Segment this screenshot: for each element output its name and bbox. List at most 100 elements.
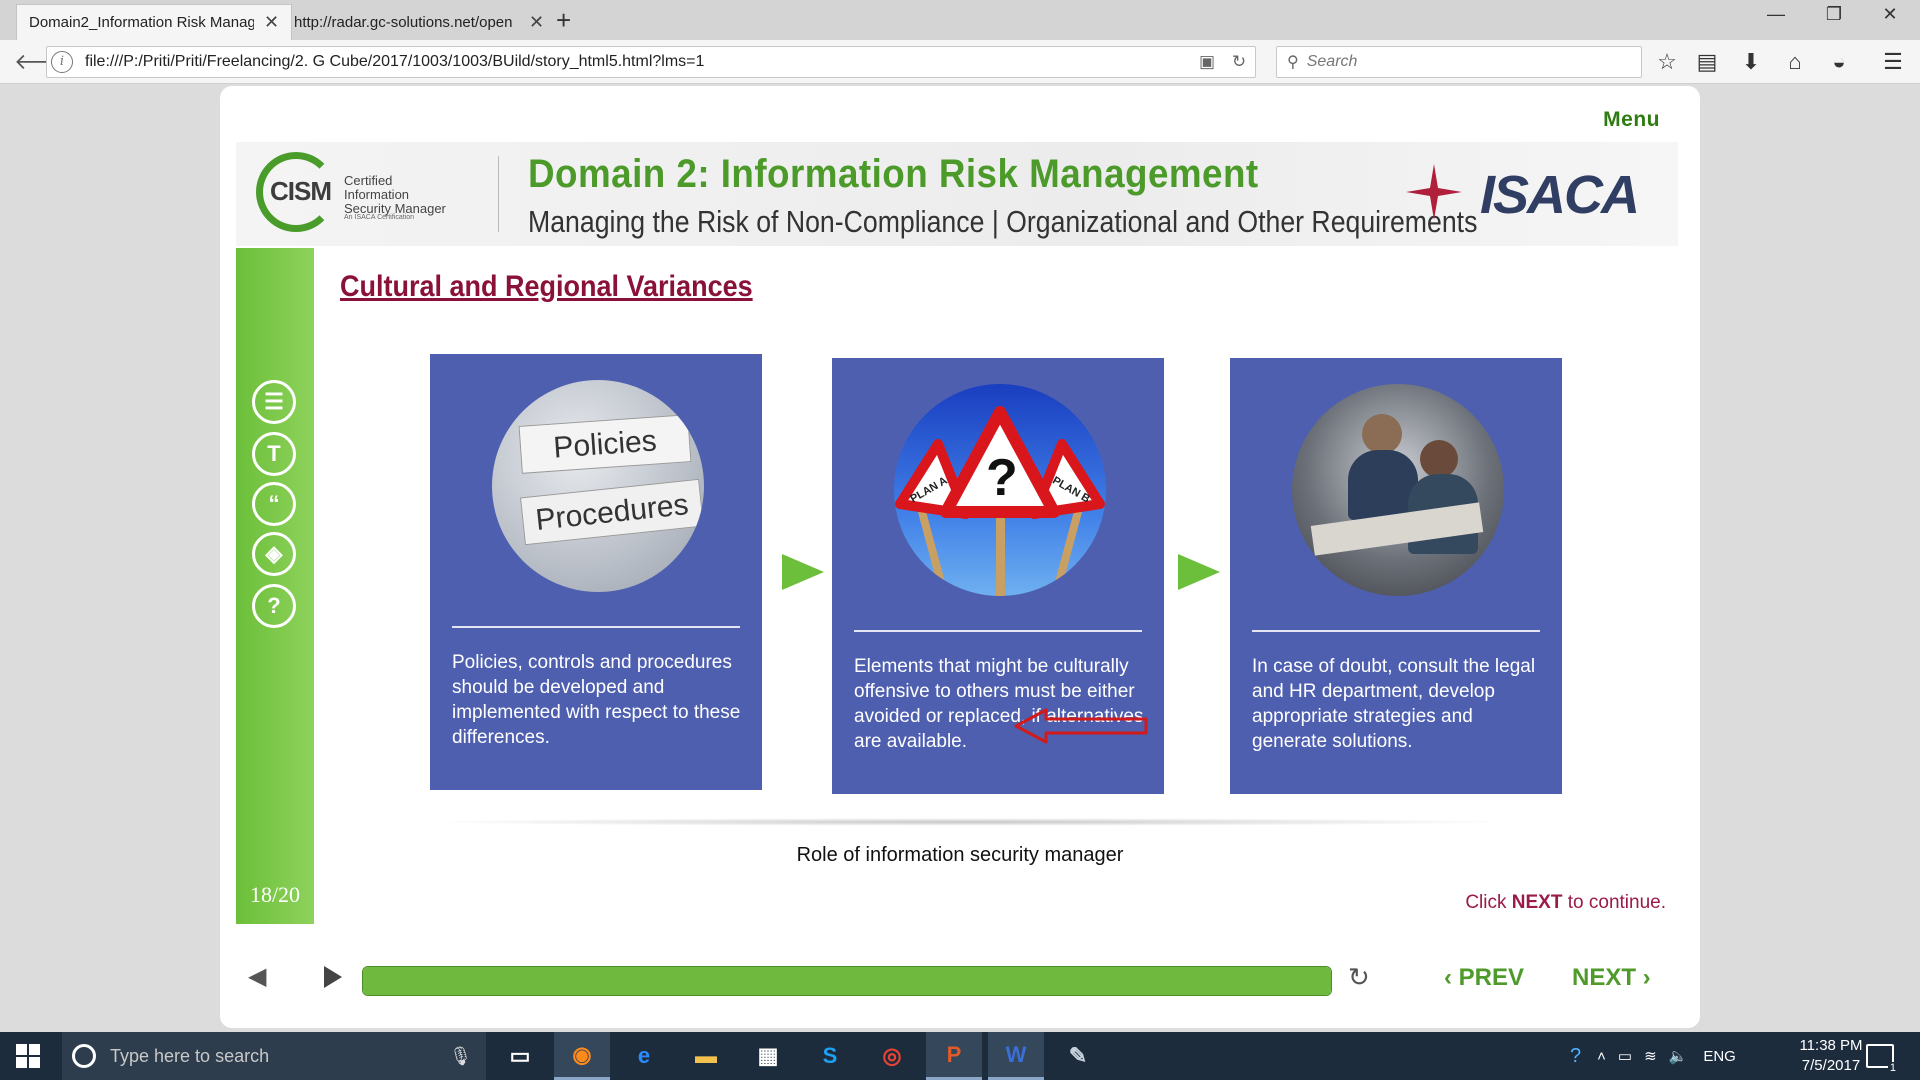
new-tab-button[interactable]: +	[556, 6, 571, 34]
tab-label: http://radar.gc-solutions.net/open	[294, 13, 513, 31]
click-next-hint: Click NEXT to continue.	[1465, 892, 1666, 914]
card-divider	[452, 626, 740, 628]
microphone-icon[interactable]: 🎙	[449, 1046, 472, 1067]
click-next-pre: Click	[1465, 892, 1512, 913]
card-text: In case of doubt, consult the legal and …	[1252, 656, 1536, 752]
layers-icon[interactable]: ◈	[252, 532, 296, 576]
cism-logo-description: Certified Information Security Manager	[344, 173, 446, 216]
flow-arrow-icon	[782, 554, 824, 590]
chrome-icon[interactable]: ◎	[864, 1032, 920, 1080]
taskbar-search-input[interactable]: Type here to search 🎙	[62, 1032, 486, 1080]
volume-icon[interactable]: ◀	[248, 962, 266, 991]
star-icon[interactable]: ☆	[1652, 49, 1682, 75]
notes-icon[interactable]: ☰	[252, 380, 296, 424]
card-divider	[854, 630, 1142, 632]
menu-button[interactable]: Menu	[1603, 108, 1660, 132]
firefox-icon[interactable]: ◉	[554, 1032, 610, 1080]
course-player: Menu CISM Certified Information Security…	[220, 86, 1700, 1028]
help-icon[interactable]: ?	[252, 584, 296, 628]
reload-icon[interactable]: ↻	[1223, 52, 1255, 72]
click-next-post: to continue.	[1562, 892, 1666, 913]
volume-tray-icon[interactable]: 🔈	[1669, 1047, 1688, 1065]
browser-nav-bar: 🡐 i file:///P:/Priti/Priti/Freelancing/2…	[0, 40, 1920, 84]
battery-icon[interactable]: ▭	[1618, 1047, 1632, 1065]
word-icon[interactable]: W	[988, 1032, 1044, 1080]
policies-image: Policies Procedures	[492, 380, 704, 592]
player-controls: ◀ ↻ ‹ PREV NEXT ›	[220, 952, 1700, 1012]
plan-signs-image: ? PLAN A PLAN B	[894, 384, 1106, 596]
download-icon[interactable]: ⬇	[1736, 49, 1766, 75]
quote-icon[interactable]: “	[252, 482, 296, 526]
maximize-button[interactable]: ❐	[1814, 4, 1854, 25]
url-text[interactable]: file:///P:/Priti/Priti/Freelancing/2. G …	[85, 53, 1191, 71]
flow-arrow-icon	[1178, 554, 1220, 590]
sidebar: ☰ T “ ◈ ? 18/20	[236, 248, 314, 924]
browser-tab-bar: Domain2_Information Risk Management ✕ ht…	[0, 0, 1920, 40]
skype-icon[interactable]: S	[802, 1032, 858, 1080]
policies-folder-tab: Policies	[518, 414, 692, 474]
minimize-button[interactable]: —	[1756, 4, 1796, 25]
banner-subtitle: Managing the Risk of Non-Compliance | Or…	[528, 204, 1478, 239]
url-bar[interactable]: i file:///P:/Priti/Priti/Freelancing/2. …	[46, 46, 1256, 78]
windows-taskbar: Type here to search 🎙 ▭ ◉ e ▬ ▦ S ◎ P W …	[0, 1032, 1920, 1080]
slide-title: Cultural and Regional Variances	[340, 270, 753, 303]
notification-icon[interactable]: 1	[1866, 1044, 1898, 1074]
banner-divider	[498, 156, 499, 232]
hamburger-icon[interactable]: ☰	[1878, 49, 1908, 75]
business-meeting-image	[1292, 384, 1504, 596]
card-culturally-offensive: ? PLAN A PLAN B Elements that might be c…	[832, 358, 1164, 794]
card-divider	[1252, 630, 1540, 632]
annotation-arrow-icon	[1014, 708, 1148, 744]
notification-count: 1	[1887, 1062, 1898, 1074]
chevron-up-icon[interactable]: ˄	[1597, 1048, 1606, 1065]
tab-radar[interactable]: http://radar.gc-solutions.net/open ✕	[282, 4, 556, 40]
system-tray: ? ˄ ▭ ≋ 🔈 ENG	[1570, 1032, 1736, 1080]
windows-start-icon[interactable]	[16, 1044, 40, 1068]
card-policies: Policies Procedures Policies, controls a…	[430, 354, 762, 790]
tab-close-icon[interactable]: ✕	[264, 12, 279, 33]
question-mark-text: ?	[986, 449, 1018, 507]
cism-logo-sub: An ISACA Certification	[344, 214, 415, 221]
course-banner: CISM Certified Information Security Mana…	[236, 142, 1678, 246]
seek-bar[interactable]	[362, 966, 1332, 996]
browser-search-input[interactable]: ⚲ Search	[1276, 46, 1642, 78]
cortana-icon	[72, 1044, 96, 1068]
shadow-divider	[420, 818, 1520, 826]
transcript-icon[interactable]: T	[252, 432, 296, 476]
edge-icon[interactable]: e	[616, 1032, 672, 1080]
help-tray-icon[interactable]: ?	[1570, 1045, 1581, 1068]
home-icon[interactable]: ⌂	[1780, 49, 1810, 75]
card-consult: In case of doubt, consult the legal and …	[1230, 358, 1562, 794]
library-icon[interactable]: ▤	[1692, 49, 1722, 75]
page-counter: 18/20	[249, 882, 301, 907]
next-button[interactable]: NEXT ›	[1572, 964, 1651, 992]
tab-domain2[interactable]: Domain2_Information Risk Management ✕	[16, 4, 293, 40]
prev-button[interactable]: ‹ PREV	[1444, 964, 1524, 992]
task-view-icon[interactable]: ▭	[492, 1032, 548, 1080]
store-icon[interactable]: ▦	[740, 1032, 796, 1080]
isaca-logo: ISACA	[1479, 165, 1640, 225]
seek-bar-fill	[363, 967, 1331, 995]
cism-logo-text: CISM	[270, 176, 332, 206]
tab-close-icon[interactable]: ✕	[529, 12, 544, 33]
isaca-star-icon	[1406, 164, 1462, 220]
replay-icon[interactable]: ↻	[1348, 962, 1370, 993]
pocket-icon[interactable]: ◒	[1824, 49, 1854, 75]
play-icon[interactable]	[324, 966, 342, 988]
taskbar-search-placeholder: Type here to search	[110, 1045, 270, 1066]
close-window-button[interactable]: ✕	[1870, 4, 1910, 25]
search-placeholder: Search	[1306, 53, 1358, 70]
tab-label: Domain2_Information Risk Management	[29, 14, 254, 31]
language-indicator[interactable]: ENG	[1703, 1048, 1736, 1065]
card-text: Policies, controls and procedures should…	[452, 652, 741, 748]
file-explorer-icon[interactable]: ▬	[678, 1032, 734, 1080]
next-label: NEXT	[1572, 964, 1637, 991]
search-icon: ⚲	[1287, 54, 1299, 71]
wifi-icon[interactable]: ≋	[1644, 1047, 1657, 1065]
slide-caption: Role of information security manager	[796, 844, 1124, 866]
powerpoint-icon[interactable]: P	[926, 1032, 982, 1080]
click-next-bold: NEXT	[1511, 892, 1563, 913]
paint-icon[interactable]: ✎	[1050, 1032, 1106, 1080]
reader-icon[interactable]: ▣	[1191, 52, 1223, 72]
info-icon[interactable]: i	[51, 51, 73, 73]
